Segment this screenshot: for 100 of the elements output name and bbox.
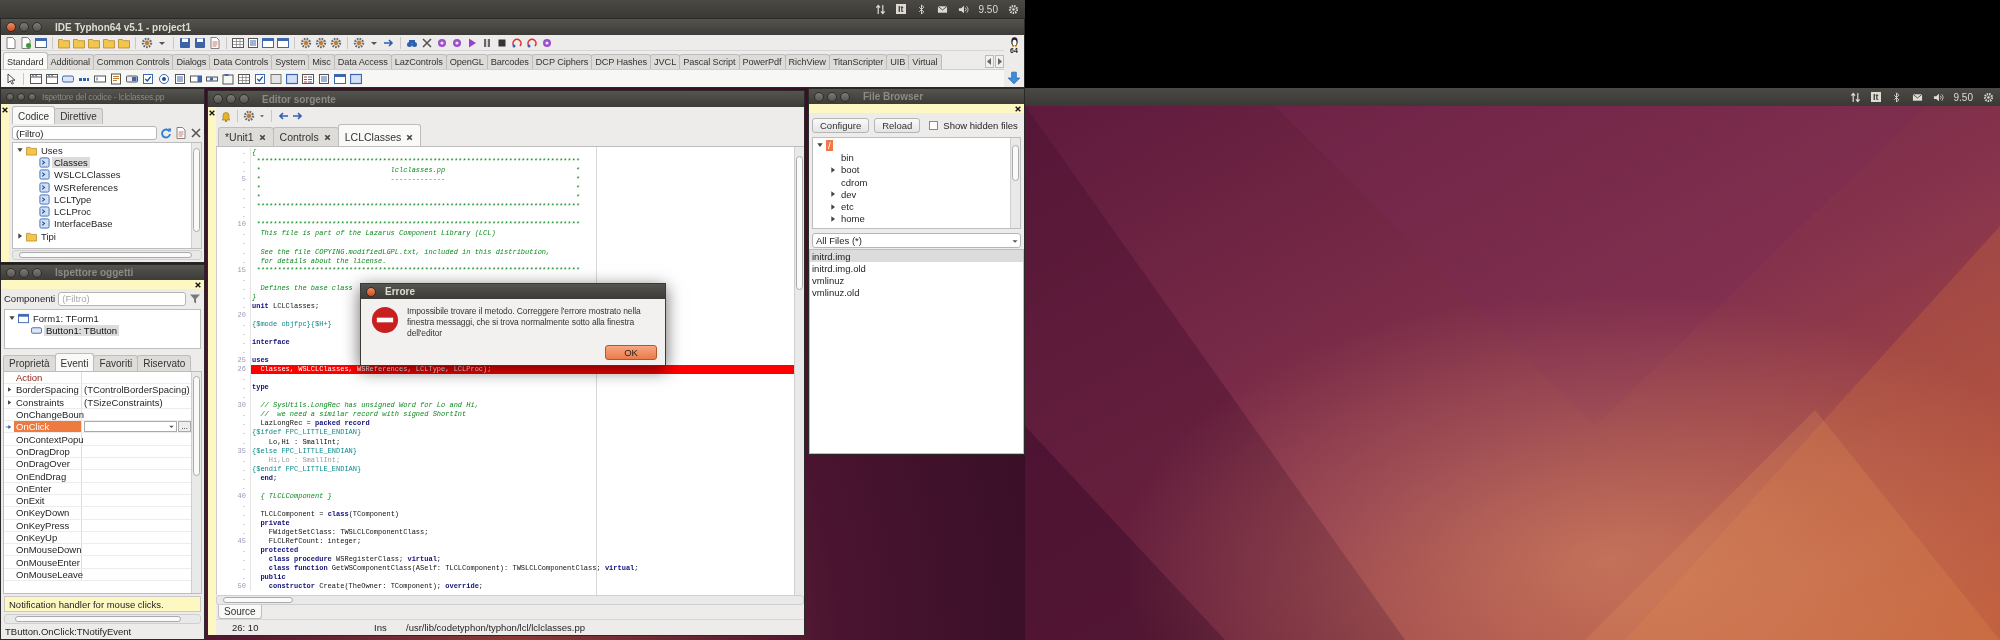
- tab[interactable]: TitanScripter: [828, 54, 888, 69]
- settings-icon[interactable]: [1983, 91, 1994, 103]
- window-icon[interactable]: [277, 36, 289, 49]
- mail-icon[interactable]: [936, 3, 948, 15]
- tab[interactable]: Direttive: [54, 108, 103, 124]
- maximize-button[interactable]: [840, 91, 850, 102]
- button-component-icon[interactable]: [62, 72, 74, 85]
- tab[interactable]: Data Access: [333, 54, 392, 69]
- tab[interactable]: DCP Ciphers: [531, 54, 593, 69]
- tools-icon[interactable]: [190, 127, 202, 139]
- property-name[interactable]: BorderSpacing: [14, 384, 82, 396]
- property-name[interactable]: OnKeyUp: [14, 531, 82, 544]
- clock[interactable]: 9.50: [1953, 91, 1973, 103]
- property-name[interactable]: OnKeyDown: [14, 507, 82, 519]
- pointer-icon[interactable]: [5, 72, 17, 85]
- tab[interactable]: Data Controls: [209, 54, 273, 69]
- tab[interactable]: PowerPdf: [738, 54, 786, 69]
- tree-item[interactable]: Classes: [52, 156, 90, 168]
- gear-icon[interactable]: [330, 36, 342, 49]
- combobox-icon[interactable]: [190, 72, 202, 85]
- circle-icon[interactable]: [541, 36, 553, 49]
- list-icon[interactable]: [174, 72, 186, 85]
- circle-icon[interactable]: [451, 36, 463, 49]
- gear-icon[interactable]: [141, 36, 153, 49]
- expander-icon[interactable]: [829, 165, 837, 174]
- clock[interactable]: 9.50: [978, 3, 998, 15]
- scrollbar[interactable]: [12, 250, 202, 260]
- close-button[interactable]: [6, 267, 16, 278]
- checkbox-icon[interactable]: [254, 72, 266, 85]
- document-icon[interactable]: [175, 127, 187, 139]
- tab[interactable]: DCP Hashes: [591, 54, 652, 69]
- tab[interactable]: Dialogs: [172, 54, 211, 69]
- close-button[interactable]: [366, 286, 376, 297]
- tab[interactable]: Source: [218, 605, 262, 619]
- save-icon[interactable]: [179, 36, 191, 49]
- tree-item[interactable]: boot: [839, 164, 862, 176]
- tree-item[interactable]: Tipi: [39, 230, 58, 242]
- close-button[interactable]: [6, 22, 16, 32]
- frame-icon[interactable]: [286, 72, 298, 85]
- window-icon[interactable]: [35, 36, 47, 49]
- scrollbar[interactable]: [216, 595, 804, 605]
- refresh-icon[interactable]: [160, 127, 172, 139]
- property-name[interactable]: OnMouseLeave: [14, 568, 82, 581]
- table-icon[interactable]: [232, 36, 244, 49]
- tab[interactable]: Standard: [3, 52, 48, 69]
- window-icon[interactable]: [262, 36, 274, 49]
- tab[interactable]: Barcodes: [486, 54, 533, 69]
- save-icon[interactable]: [194, 36, 206, 49]
- tab[interactable]: LCLClasses: [337, 124, 422, 146]
- file-item[interactable]: initrd.img: [810, 250, 1023, 262]
- ellipsis-button[interactable]: ...: [178, 421, 191, 433]
- tab[interactable]: Pascal Script: [679, 54, 740, 69]
- action-button[interactable]: Reload: [874, 117, 921, 133]
- tab[interactable]: LazControls: [390, 54, 447, 69]
- keyboard-indicator[interactable]: It: [896, 4, 906, 14]
- down-arrow-icon[interactable]: [1007, 71, 1021, 85]
- caret-icon[interactable]: [258, 112, 266, 120]
- tab[interactable]: Controls: [272, 127, 339, 146]
- action-list-icon[interactable]: [302, 72, 314, 85]
- minimize-button[interactable]: [17, 92, 25, 101]
- expander-icon[interactable]: [829, 214, 837, 223]
- filter-field[interactable]: (Filtro): [12, 126, 157, 140]
- arrow-icon[interactable]: [277, 110, 289, 122]
- group-box-icon[interactable]: [222, 72, 234, 85]
- table-icon[interactable]: [238, 72, 250, 85]
- tree-item[interactable]: LCLProc: [52, 206, 93, 218]
- tab[interactable]: RichView: [784, 54, 830, 69]
- tools-icon[interactable]: [421, 36, 433, 49]
- document-icon[interactable]: [209, 36, 221, 49]
- property-name[interactable]: OnChangeBoun: [14, 408, 82, 421]
- radio-icon[interactable]: [158, 72, 170, 85]
- file-item[interactable]: vmlinuz.old: [810, 286, 1023, 298]
- penguin-icon[interactable]: [1008, 36, 1020, 47]
- gear-icon[interactable]: [243, 110, 255, 122]
- arrow-icon[interactable]: [383, 36, 395, 49]
- tab[interactable]: Favoriti: [93, 355, 139, 371]
- filter-icon[interactable]: [189, 292, 201, 305]
- volume-icon[interactable]: [1932, 91, 1944, 103]
- minimize-button[interactable]: [19, 267, 29, 278]
- close-icon[interactable]: [1, 106, 9, 114]
- new-document-icon[interactable]: [20, 36, 32, 49]
- minimize-button[interactable]: [226, 94, 236, 104]
- tab[interactable]: Virtual: [908, 54, 942, 69]
- scrollbar[interactable]: [1010, 138, 1020, 228]
- gear-icon[interactable]: [353, 36, 365, 49]
- text-field-icon[interactable]: [94, 72, 106, 85]
- scroll-right-button[interactable]: [995, 55, 1004, 68]
- tree-item[interactable]: cdrom: [839, 176, 870, 188]
- scrollbar[interactable]: [4, 614, 201, 624]
- tree-item[interactable]: InterfaceBase: [52, 218, 115, 230]
- close-button[interactable]: [814, 91, 824, 102]
- tree-item[interactable]: Uses: [39, 144, 65, 156]
- property-name[interactable]: Constraints: [14, 396, 82, 408]
- tree-item[interactable]: WSReferences: [52, 181, 120, 193]
- tree-item[interactable]: Button1: TButton: [44, 324, 120, 336]
- close-icon[interactable]: [257, 132, 267, 142]
- property-name[interactable]: OnExit: [14, 494, 82, 507]
- menu-icon[interactable]: [30, 72, 42, 85]
- property-name[interactable]: OnDragDrop: [14, 445, 82, 458]
- tab[interactable]: System: [271, 54, 310, 69]
